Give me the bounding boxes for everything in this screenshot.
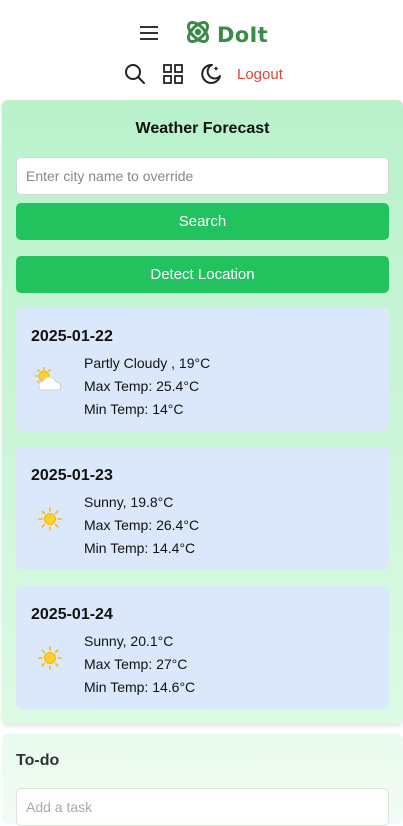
logout-link[interactable]: Logout — [237, 66, 283, 83]
forecast-summary: Sunny, 19.8°C — [84, 494, 174, 510]
dark-mode-moon-icon[interactable] — [199, 62, 223, 86]
forecast-card: 2025-01-22 Partly Cloudy , 19°C Max Temp… — [16, 308, 389, 431]
forecast-card: 2025-01-24 Sunny, 20.1°C Max Temp: 27°C — [16, 586, 389, 709]
forecast-summary: Partly Cloudy , 19°C — [84, 355, 211, 371]
app-logo[interactable]: DoIt — [184, 18, 268, 51]
forecast-min-temp: Min Temp: 14.6°C — [84, 679, 196, 695]
top-header: DoIt Logout — [0, 0, 403, 100]
todo-title: To-do — [16, 752, 60, 769]
app-name: DoIt — [217, 22, 268, 47]
header-actions: Logout — [123, 62, 283, 86]
sun-icon — [32, 644, 66, 672]
search-icon[interactable] — [123, 62, 147, 86]
weather-title: Weather Forecast — [135, 120, 270, 137]
grid-view-icon[interactable] — [161, 62, 185, 86]
forecast-summary: Sunny, 20.1°C — [84, 633, 174, 649]
forecast-date: 2025-01-24 — [31, 606, 113, 623]
partly-cloudy-icon — [32, 366, 66, 394]
hamburger-menu-icon[interactable] — [138, 22, 160, 44]
forecast-date: 2025-01-23 — [31, 467, 113, 484]
add-task-input[interactable] — [16, 788, 389, 826]
forecast-min-temp: Min Temp: 14°C — [84, 401, 184, 417]
weather-forecast-panel: Weather Forecast Search Detect Location … — [2, 100, 403, 724]
sun-icon — [32, 505, 66, 533]
detect-location-button[interactable]: Detect Location — [16, 256, 389, 293]
forecast-max-temp: Max Temp: 25.4°C — [84, 378, 200, 394]
forecast-min-temp: Min Temp: 14.4°C — [84, 540, 196, 556]
search-button[interactable]: Search — [16, 203, 389, 240]
forecast-date: 2025-01-22 — [31, 328, 113, 345]
forecast-max-temp: Max Temp: 26.4°C — [84, 517, 200, 533]
forecast-card: 2025-01-23 Sunny, 19.8°C Max Temp: 26.4°… — [16, 447, 389, 570]
logo-icon — [184, 18, 212, 51]
city-search-input[interactable] — [16, 157, 389, 195]
forecast-max-temp: Max Temp: 27°C — [84, 656, 188, 672]
